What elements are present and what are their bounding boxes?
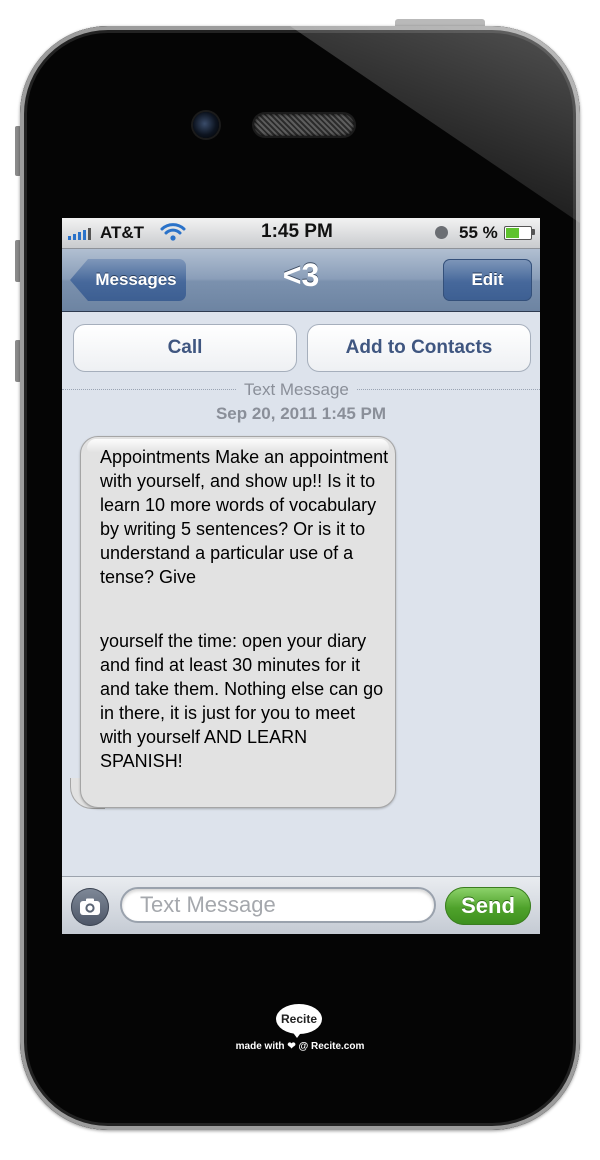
alarm-clock-icon xyxy=(435,226,448,239)
wifi-icon xyxy=(160,223,186,241)
back-button-label: Messages xyxy=(95,270,177,289)
message-input[interactable] xyxy=(120,887,436,923)
message-timestamp: Sep 20, 2011 1:45 PM xyxy=(215,404,387,423)
navigation-bar: Messages <3 Edit xyxy=(62,249,540,312)
battery-icon xyxy=(504,226,532,240)
carrier-name: AT&T xyxy=(100,223,145,242)
message-text-part-1: Appointments Make an appointment with yo… xyxy=(100,447,389,587)
send-button[interactable]: Send xyxy=(445,887,531,925)
status-time: 1:45 PM xyxy=(261,221,333,242)
phone-screen: AT&T 1:45 PM 55 % Messages <3 Edit Call … xyxy=(62,218,540,934)
battery-tip xyxy=(532,229,535,235)
conversation-title: <3 xyxy=(282,257,320,293)
message-type-label: Text Message xyxy=(236,380,357,400)
camera-button[interactable] xyxy=(71,888,109,926)
compose-bar: Send xyxy=(62,876,540,934)
edit-button[interactable]: Edit xyxy=(443,259,532,301)
messages-back-button[interactable]: Messages xyxy=(70,259,186,301)
status-bar: AT&T 1:45 PM 55 % xyxy=(62,218,540,249)
add-to-contacts-button[interactable]: Add to Contacts xyxy=(307,324,531,372)
recite-credit: made with ❤ @ Recite.com xyxy=(235,1041,365,1052)
message-bubble[interactable]: Appointments Make an appointment with yo… xyxy=(80,436,396,808)
front-camera-icon xyxy=(193,112,219,138)
call-button[interactable]: Call xyxy=(73,324,297,372)
recite-logo-tail xyxy=(291,1030,303,1038)
message-text-part-2: yourself the time: open your diary and f… xyxy=(100,631,384,771)
battery-percentage: 55 % xyxy=(459,223,498,242)
camera-icon xyxy=(80,898,100,915)
earpiece-speaker xyxy=(254,114,354,136)
signal-strength-icon xyxy=(68,228,91,240)
